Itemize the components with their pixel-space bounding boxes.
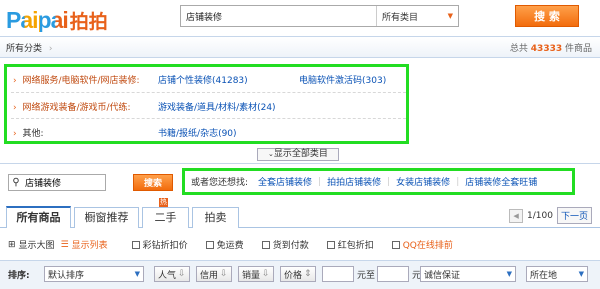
category-link[interactable]: 书籍/报纸/杂志(90) [158,126,237,139]
sort-arrows-icon: ⇕ [304,269,312,279]
pager: ◀ 1/100 下一页 [509,207,592,224]
search-button[interactable]: 搜 索 [515,5,579,27]
separator: | [456,176,460,187]
divider [11,118,406,119]
related-searches: 或者您还想找: 全套店铺装修 | 拍拍店铺装修 | 女装店铺装修 | 店铺装修全… [182,168,575,195]
category-panel: › 网络服务/电脑软件/网店装修: 店铺个性装修(41283) 电脑软件激活码(… [4,64,409,144]
search-icon: ⚲ [12,177,20,188]
arrow-down-icon: ⇩ [262,269,270,279]
breadcrumb[interactable]: 所有分类 › [6,41,53,54]
divider [0,163,600,164]
filter-checkbox[interactable] [131,240,140,249]
total-count: 总共 43333 件商品 [510,41,592,54]
location-select-value: 所在地 [530,270,558,281]
sort-sales-label: 销量 [242,270,261,281]
category-link[interactable]: 电脑软件激活码(303) [299,73,386,86]
category-label[interactable]: 网络服务/电脑软件/网店装修: [22,76,139,86]
filter-row: ⊞ 显示大图 ☰ 显示列表 彩钻折扣价 免运费 货到付款 红包折扣 QQ在线排前 [8,238,453,252]
category-label[interactable]: 网络游戏装备/游戏币/代练: [22,103,130,113]
secondary-search-bar: ⚲ [8,174,106,191]
paipai-logo[interactable]: Paipai 拍拍 [6,5,108,35]
filter-checkbox[interactable] [205,240,214,249]
sort-popularity-label: 人气 [158,270,177,281]
separator: | [318,176,322,187]
page-indicator: 1/100 [527,210,553,221]
total-suffix: 件商品 [564,44,592,54]
sort-price-label: 价格 [284,270,303,281]
tab-all-items[interactable]: 所有商品 [6,206,71,228]
related-search-link[interactable]: 拍拍店铺装修 [327,175,381,188]
tab-window-recommended[interactable]: 橱窗推荐 [74,207,139,228]
category-select-value: 所有类目 [382,12,419,23]
next-page-label: 下一页 [560,212,588,222]
filter-label: 彩钻折扣价 [142,241,188,251]
chevron-down-icon: ▼ [134,270,140,278]
total-prefix: 总共 [509,44,528,54]
chevron-down-icon: ▼ [506,270,512,278]
arrow-right-icon: › [13,76,17,86]
arrow-down-icon: ⇩ [220,269,228,279]
tab-second-hand[interactable]: 二手 [142,207,189,228]
separator: | [387,176,391,187]
filter-checkbox[interactable] [391,240,400,249]
filter-label: 免运费 [216,241,244,251]
view-big-image[interactable]: 显示大图 [19,238,55,251]
filter-label: 红包折扣 [337,241,374,251]
sort-select[interactable]: 默认排序 ▼ [44,266,144,282]
category-link[interactable]: 游戏装备/道具/材料/素材(24) [158,100,276,113]
search-input[interactable] [181,6,376,26]
logo-cn-text: 拍拍 [69,10,108,33]
breadcrumb-arrow-icon: › [48,44,53,54]
price-max-input[interactable] [377,266,409,282]
show-all-categories-button[interactable]: ⌄显示全部类目 [257,148,339,161]
price-min-input[interactable] [322,266,354,282]
breadcrumb-all-categories[interactable]: 所有分类 [6,44,42,54]
view-list[interactable]: 显示列表 [72,238,108,251]
secondary-search-input[interactable] [23,175,103,190]
filter-label: 货到付款 [272,241,309,251]
category-row: › 网络服务/电脑软件/网店装修: 店铺个性装修(41283) 电脑软件激活码(… [13,73,386,86]
location-select[interactable]: 所在地 ▼ [526,266,588,282]
category-select[interactable]: 所有类目 ▼ [376,6,458,26]
grid-view-icon[interactable]: ⊞ [8,240,16,250]
arrow-right-icon: › [13,103,17,113]
price-to-label: 元至 [357,271,376,281]
related-searches-label: 或者您还想找: [191,178,249,188]
tab-auction[interactable]: 拍卖 [192,207,239,228]
main-search-bar: 所有类目 ▼ [180,5,459,27]
prev-page-icon[interactable]: ◀ [509,208,524,223]
sort-price-button[interactable]: 价格 ⇕ [280,266,316,282]
arrow-down-icon: ⇩ [178,269,186,279]
related-search-link[interactable]: 女装店铺装修 [396,175,450,188]
divider [11,92,406,93]
guarantee-select[interactable]: 诚信保证 ▼ [420,266,516,282]
chevron-down-icon: ▼ [578,270,584,278]
list-view-icon[interactable]: ☰ [61,240,69,250]
arrow-right-icon: › [13,129,17,139]
related-search-link[interactable]: 全套店铺装修 [258,175,312,188]
related-search-link[interactable]: 店铺装修全套旺铺 [465,175,537,188]
sort-popularity-button[interactable]: 人气 ⇩ [154,266,190,282]
filter-checkbox[interactable] [326,240,335,249]
filter-checkbox[interactable] [261,240,270,249]
next-page-button[interactable]: 下一页 [556,207,592,224]
chevron-down-icon: ▼ [447,12,453,20]
sort-select-value: 默认排序 [48,270,85,281]
category-row: › 其他: 书籍/报纸/杂志(90) [13,126,237,139]
show-all-label: 显示全部类目 [273,149,328,159]
guarantee-select-value: 诚信保证 [424,270,461,281]
sort-sales-button[interactable]: 销量 ⇩ [238,266,274,282]
secondary-search-button[interactable]: 搜索 [133,174,173,191]
sort-label: 排序: [8,271,30,281]
sort-credit-label: 信用 [200,270,219,281]
category-link[interactable]: 店铺个性装修(41283) [158,73,248,86]
logo-text: Paipai [6,6,69,33]
category-row: › 网络游戏装备/游戏币/代练: 游戏装备/道具/材料/素材(24) [13,100,276,113]
category-label: 其他: [22,129,44,139]
total-number: 43333 [530,44,563,54]
hot-badge: 热 [159,198,168,207]
sort-credit-button[interactable]: 信用 ⇩ [196,266,232,282]
filter-label: QQ在线排前 [402,241,453,251]
